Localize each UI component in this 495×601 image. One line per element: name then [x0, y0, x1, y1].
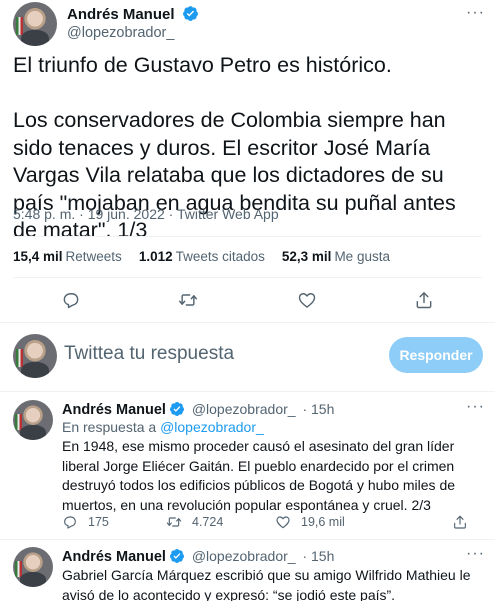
- replies-count: 175: [88, 515, 109, 529]
- share-icon: [454, 515, 466, 529]
- author-handle[interactable]: @lopezobrador_: [192, 548, 296, 564]
- more-options-icon[interactable]: ···: [466, 545, 485, 563]
- divider: [13, 236, 482, 237]
- tweet-header: Andrés Manuel @lopezobrador_: [13, 2, 199, 46]
- retweet-icon: [178, 294, 198, 306]
- retweet-button[interactable]: [175, 287, 201, 313]
- thread-reply[interactable]: Andrés Manuel @lopezobrador_ · 15h ··· E…: [0, 394, 495, 539]
- reply-icon: [63, 293, 79, 309]
- author-handle[interactable]: @lopezobrador_: [67, 24, 199, 43]
- quotes-stat[interactable]: 1.012 Tweets citados: [139, 249, 265, 264]
- author-name[interactable]: Andrés Manuel: [67, 6, 175, 23]
- retweet-button[interactable]: 4.724: [166, 514, 223, 530]
- reply-time[interactable]: · 15h: [302, 401, 334, 417]
- retweets-stat[interactable]: 15,4 mil Retweets: [13, 249, 122, 264]
- reply-time[interactable]: · 15h: [302, 548, 334, 564]
- divider: [0, 539, 495, 540]
- reply-header: Andrés Manuel @lopezobrador_ · 15h: [62, 547, 334, 566]
- tweet-actions: [0, 283, 495, 315]
- likes-count: 19,6 mil: [301, 515, 345, 529]
- reply-button[interactable]: [58, 287, 84, 313]
- verified-badge-icon: [169, 402, 184, 416]
- current-user-avatar: [13, 334, 57, 378]
- divider: [0, 391, 495, 392]
- author-avatar[interactable]: [13, 547, 53, 587]
- thread-reply[interactable]: Andrés Manuel @lopezobrador_ · 15h ··· G…: [0, 541, 495, 601]
- reply-submit-button[interactable]: Responder: [389, 337, 483, 373]
- reply-header: Andrés Manuel @lopezobrador_ · 15h: [62, 400, 334, 419]
- verified-badge-icon: [169, 549, 184, 563]
- likes-stat[interactable]: 52,3 mil Me gusta: [282, 249, 390, 264]
- more-options-icon[interactable]: ···: [466, 4, 485, 22]
- reply-text: Gabriel García Márquez escribió que su a…: [62, 567, 471, 601]
- reply-icon: [64, 516, 76, 529]
- divider: [0, 322, 495, 323]
- author-avatar[interactable]: [13, 2, 57, 46]
- author-name[interactable]: Andrés Manuel: [62, 549, 166, 565]
- reply-input[interactable]: [64, 343, 364, 365]
- verified-badge-icon: [183, 6, 198, 21]
- author-handle[interactable]: @lopezobrador_: [192, 401, 296, 417]
- tweet-stats: 15,4 mil Retweets 1.012 Tweets citados 52,…: [13, 249, 390, 264]
- tweet-timestamp[interactable]: 5:48 p. m. · 19 jun. 2022 · Twitter Web …: [13, 206, 279, 222]
- heart-icon: [298, 293, 316, 308]
- reply-composer: Responder: [0, 329, 495, 387]
- author-name[interactable]: Andrés Manuel: [62, 402, 166, 418]
- retweets-count: 4.724: [192, 515, 224, 529]
- share-button[interactable]: [452, 514, 468, 530]
- reply-actions: 175 4.724 19,6 mil: [62, 514, 482, 534]
- in-reply-to: En respuesta a @lopezobrador_: [62, 419, 264, 435]
- reply-text: En 1948, ese mismo proceder causó el ase…: [62, 438, 456, 513]
- reply-button[interactable]: 175: [62, 514, 109, 530]
- like-button[interactable]: 19,6 mil: [275, 514, 345, 530]
- heart-icon: [276, 516, 290, 529]
- retweet-icon: [166, 517, 182, 527]
- author-block: Andrés Manuel @lopezobrador_: [67, 5, 199, 43]
- reply-to-link[interactable]: @lopezobrador_: [160, 419, 264, 435]
- more-options-icon[interactable]: ···: [466, 398, 485, 416]
- like-button[interactable]: [294, 287, 320, 313]
- divider: [13, 277, 482, 278]
- share-button[interactable]: [411, 287, 437, 313]
- share-icon: [416, 292, 432, 309]
- author-avatar[interactable]: [13, 400, 53, 440]
